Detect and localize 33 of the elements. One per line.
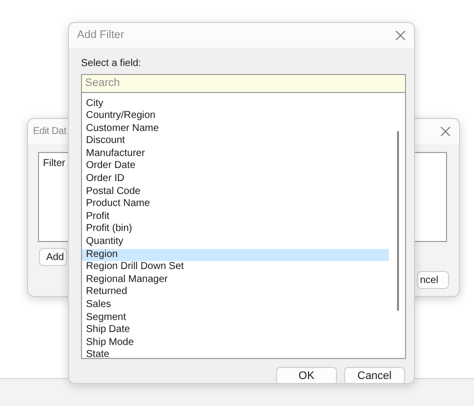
list-item[interactable]: Profit (bin): [82, 223, 389, 236]
list-item[interactable]: Manufacturer: [82, 148, 389, 160]
list-item[interactable]: Ship Date: [82, 324, 389, 337]
list-item[interactable]: Profit: [82, 210, 389, 224]
list-item[interactable]: Discount: [82, 135, 389, 148]
list-item[interactable]: Product Name: [82, 198, 389, 211]
scrollbar[interactable]: [397, 130, 399, 310]
list-item[interactable]: Postal Code: [82, 186, 389, 198]
list-item[interactable]: Regional Manager: [82, 274, 389, 286]
dialog-button[interactable]: Cancel: [344, 366, 405, 383]
list-item[interactable]: Quantity: [82, 236, 389, 249]
dialog-button[interactable]: ncel: [417, 271, 449, 289]
dialog-button[interactable]: OK: [276, 366, 337, 383]
list-item[interactable]: City: [82, 98, 389, 110]
list-item[interactable]: Region: [82, 248, 389, 262]
search-field[interactable]: Search: [81, 74, 406, 92]
list-item[interactable]: Segment: [82, 312, 389, 324]
list-item[interactable]: Order ID: [82, 173, 389, 186]
list-item[interactable]: Customer Name: [82, 122, 389, 136]
field-prompt: Select a field:: [81, 57, 142, 71]
window-title: Edit Dat: [33, 125, 66, 139]
list-item[interactable]: Sales: [82, 299, 389, 312]
list-item[interactable]: Order Date: [82, 160, 389, 174]
list-item[interactable]: Ship Mode: [82, 336, 389, 350]
list-item[interactable]: State: [82, 349, 389, 358]
list-header: Filter: [43, 158, 66, 169]
list-item[interactable]: Returned: [82, 286, 389, 299]
close-icon[interactable]: [395, 30, 406, 41]
close-icon[interactable]: [440, 126, 451, 137]
window-title: Add Filter: [77, 28, 124, 44]
list-item[interactable]: Country/Region: [82, 110, 389, 123]
list-item[interactable]: Region Drill Down Set: [82, 261, 389, 274]
dialog-button[interactable]: Add: [39, 248, 67, 266]
